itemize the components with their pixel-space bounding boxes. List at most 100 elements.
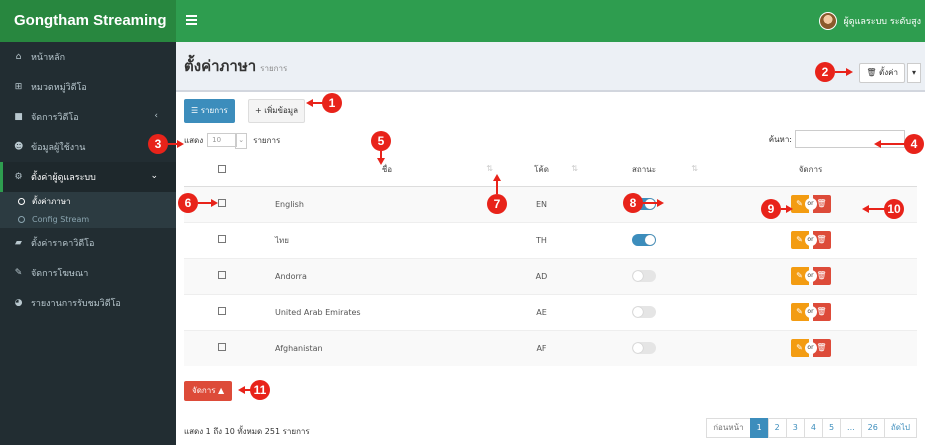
trash-icon: 🗑 <box>816 199 827 208</box>
annotation-marker-1: 1 <box>322 93 342 113</box>
annotation-marker-7: 7 <box>487 194 507 214</box>
sidebar-subitem-label: Config Stream <box>32 214 90 224</box>
sidebar-submenu: ตั้งค่าภาษา Config Stream <box>0 192 176 228</box>
table-body: English EN ✎ or 🗑 ไทย TH ✎ or 🗑 Andorra AD ✎ or 🗑 Unite… <box>184 185 917 366</box>
row-checkbox[interactable] <box>217 199 226 207</box>
language-name: ไทย <box>259 221 499 258</box>
row-checkbox-cell <box>184 329 259 366</box>
table-row: United Arab Emirates AE ✎ or 🗑 <box>184 293 917 330</box>
header-label: ชื่อ <box>381 165 393 175</box>
settings-dropdown-caret[interactable]: ▾ <box>907 63 921 83</box>
circle-icon <box>18 197 25 205</box>
language-name: Afghanistan <box>259 329 499 366</box>
status-cell <box>584 185 704 222</box>
pencil-square-icon: ✎ <box>796 199 803 208</box>
status-toggle[interactable] <box>632 270 656 282</box>
sidebar-subitem-language[interactable]: ตั้งค่าภาษา <box>0 192 176 210</box>
pagination-page[interactable]: 26 <box>860 418 885 438</box>
tab-list[interactable]: ☰ รายการ <box>184 99 235 123</box>
pencil-square-icon: ✎ <box>796 307 803 316</box>
sidebar-item-label: หน้าหลัก <box>31 53 66 63</box>
status-cell <box>584 329 704 366</box>
tab-list-label: รายการ <box>200 106 228 115</box>
sidebar-item-admin-settings[interactable]: ⚙ ตั้งค่าผู้ดูแลระบบ ⌄ <box>0 162 176 192</box>
row-checkbox[interactable] <box>217 343 226 352</box>
brand-logo[interactable]: Gongtham Streaming <box>0 0 176 42</box>
select-all-header[interactable] <box>184 154 259 187</box>
sidebar-item-home[interactable]: ⌂ หน้าหลัก <box>0 42 176 72</box>
row-checkbox[interactable] <box>217 271 226 279</box>
status-cell <box>584 221 704 258</box>
annotation-arrowhead <box>874 140 881 148</box>
action-button-group: ✎ or 🗑 <box>790 339 831 358</box>
pagination-page[interactable]: 2 <box>767 418 787 438</box>
language-code: AD <box>499 257 584 294</box>
row-checkbox-cell <box>184 257 259 294</box>
annotation-arrowhead <box>238 386 245 394</box>
sort-icon: ⇅ <box>691 164 698 173</box>
home-icon: ⌂ <box>15 52 22 62</box>
sidebar-item-manage-video[interactable]: ■ จัดการวิดีโอ ‹ <box>0 102 176 132</box>
select-all-checkbox[interactable] <box>217 164 226 173</box>
pagination-page[interactable]: 4 <box>803 418 823 438</box>
table-row: Andorra AD ✎ or 🗑 <box>184 257 917 294</box>
trash-icon: 🗑 <box>816 235 827 244</box>
status-cell <box>584 257 704 294</box>
column-header-status[interactable]: สถานะ ⇅ <box>584 154 704 187</box>
sitemap-icon: ⊞ <box>14 82 23 92</box>
sidebar-item-video-price[interactable]: ▰ ตั้งค่าราคาวิดีโอ <box>0 228 176 258</box>
status-toggle[interactable] <box>632 306 656 318</box>
entries-label: รายการ <box>253 135 281 145</box>
trash-icon: 🗑 <box>816 271 827 280</box>
sidebar-item-report[interactable]: ◕ รายงานการรับชมวิดีโอ <box>0 288 176 318</box>
user-menu[interactable]: ผู้ดูแลระบบ ระดับสูง <box>819 0 925 42</box>
pagination-next[interactable]: ถัดไป <box>883 418 917 438</box>
table-row: English EN ✎ or 🗑 <box>184 185 917 222</box>
top-navbar: Gongtham Streaming ผู้ดูแลระบบ ระดับสูง <box>0 0 925 42</box>
chevron-down-icon: ⌄ <box>150 171 158 181</box>
annotation-arrowhead <box>377 158 385 165</box>
page-title: ตั้งค่าภาษา รายการ <box>184 54 287 78</box>
annotation-arrowhead <box>493 174 501 181</box>
or-separator: or <box>804 198 817 210</box>
status-toggle[interactable] <box>632 342 656 355</box>
page-length-select[interactable]: 10 <box>207 133 248 149</box>
content-box: ☰ รายการ + เพิ่มข้อมูล แสดง 10 รายการ ค้… <box>176 90 925 445</box>
annotation-arrow <box>496 180 498 194</box>
settings-button[interactable]: 🗑 ตั้งค่า <box>859 63 905 83</box>
show-label: แสดง <box>184 135 204 145</box>
pagination-page[interactable]: ... <box>840 418 862 438</box>
status-toggle[interactable] <box>632 234 656 246</box>
action-button-group: ✎ or 🗑 <box>790 231 831 249</box>
chevron-left-icon: ‹ <box>154 111 158 121</box>
column-header-code[interactable]: โค้ด ⇅ <box>499 154 584 187</box>
annotation-marker-2: 2 <box>815 62 835 82</box>
search-input[interactable] <box>795 130 905 148</box>
column-header-actions: จัดการ <box>704 154 917 187</box>
trash-icon: 🗑 <box>816 343 827 353</box>
pagination-previous[interactable]: ก่อนหน้า <box>706 418 751 438</box>
table-info: แสดง 1 ถึง 10 ทั้งหมด 251 รายการ <box>184 427 310 436</box>
page-title-text: ตั้งค่าภาษา <box>184 57 257 75</box>
edit-icon: ✎ <box>14 268 23 278</box>
row-checkbox[interactable] <box>217 235 226 243</box>
language-name: English <box>259 185 499 222</box>
sort-icon: ⇅ <box>571 164 578 173</box>
header-label: โค้ด <box>534 165 549 175</box>
trash-icon: 🗑 <box>816 307 827 316</box>
sidebar-item-video-category[interactable]: ⊞ หมวดหมู่วิดีโอ <box>0 72 176 102</box>
action-button-group: ✎ or 🗑 <box>790 303 831 321</box>
actions-cell: ✎ or 🗑 <box>704 221 917 258</box>
sidebar-toggle-icon[interactable] <box>186 15 197 27</box>
table-row: ไทย TH ✎ or 🗑 <box>184 221 917 258</box>
pagination-page[interactable]: 5 <box>821 418 842 438</box>
pagination-page[interactable]: 1 <box>749 418 769 438</box>
sidebar-item-ads[interactable]: ✎ จัดการโฆษณา <box>0 258 176 288</box>
sidebar-subitem-config-stream[interactable]: Config Stream <box>0 210 176 228</box>
add-data-button[interactable]: + เพิ่มข้อมูล <box>248 99 305 123</box>
pagination-page[interactable]: 3 <box>785 418 805 438</box>
bulk-action-button[interactable]: จัดการ ▲ <box>184 381 233 401</box>
page-length-control: แสดง 10 รายการ <box>184 133 281 149</box>
row-checkbox[interactable] <box>217 307 226 315</box>
annotation-marker-11: 11 <box>250 380 270 400</box>
